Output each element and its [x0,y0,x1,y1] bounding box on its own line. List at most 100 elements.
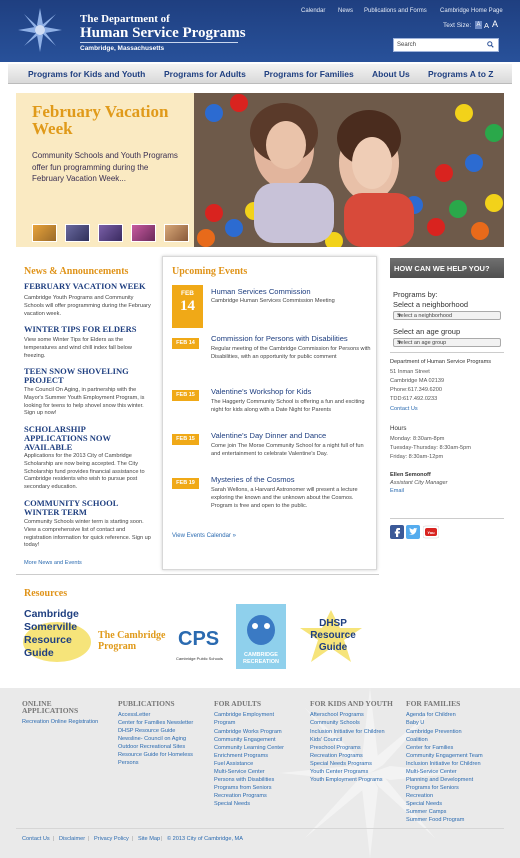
nav-item-families[interactable]: Programs for Families [264,69,354,79]
footer-link[interactable]: Recreation [406,793,433,799]
utility-link-cambridge-home[interactable]: Cambridge Home Page [440,8,503,14]
resource-logo-cambridge-recreation[interactable]: CAMBRIDGE RECREATION [236,604,286,669]
hero-thumbnail[interactable] [164,224,189,242]
footer-link[interactable]: Community Engagement [214,737,276,743]
footer-link[interactable]: Baby U [406,720,424,726]
footer-link[interactable]: Community Learning Center [214,745,284,751]
hero-title[interactable]: February Vacation Week [32,103,192,137]
twitter-icon[interactable] [406,525,420,539]
hero-thumbnail[interactable] [131,224,156,242]
footer-link[interactable]: Newsline- Council on Aging [118,736,186,742]
resource-logo-cambridge-somerville[interactable]: Cambridge Somerville Resource Guide [22,606,92,666]
footer-link[interactable]: Programs for Seniors [406,785,459,791]
footer-link[interactable]: Recreation Programs [214,793,267,799]
facebook-icon[interactable] [390,525,404,539]
footer-link[interactable]: Fuel Assistance [214,761,253,767]
text-size-medium-button[interactable]: A [484,21,489,30]
footer-link[interactable]: Enrichment Programs [214,753,268,759]
news-item-title[interactable]: WINTER TIPS FOR ELDERS [24,325,149,334]
text-size-small-button[interactable]: A [475,21,482,29]
footer-link[interactable]: Summer Food Program [406,817,464,823]
hero-thumbnail[interactable] [32,224,57,242]
footer-link[interactable]: Planning and Development [406,777,473,783]
age-group-select[interactable]: Select an age group ▼ [393,338,501,347]
footer-link[interactable]: Cambridge Works Program [214,729,282,735]
footer-bottom-sitemap-link[interactable]: Site Map [138,836,160,842]
footer-bottom-privacy-link[interactable]: Privacy Policy [94,836,129,842]
more-news-link[interactable]: More News and Events [24,560,82,566]
footer-link[interactable]: Multi-Service Center [406,769,457,775]
footer-link[interactable]: Persons with Disabilities [214,777,274,783]
city-seal-star-icon[interactable] [18,8,62,52]
resource-logo-cambridge-program[interactable]: The Cambridge Program [98,630,170,660]
hero-photo [194,93,504,247]
nav-item-kids-youth[interactable]: Programs for Kids and Youth [28,69,145,79]
resource-logo-cps[interactable]: CPS Cambridge Public Schools [174,628,230,666]
footer-link[interactable]: DHSP Resource Guide [118,728,175,734]
text-size-large-button[interactable]: A [492,19,498,29]
news-item-title[interactable]: TEEN SNOW SHOVELING PROJECT [24,367,149,385]
section-divider [16,574,379,575]
contact-us-link[interactable]: Contact Us [390,405,418,413]
footer-link[interactable]: Cambridge Prevention [406,729,462,735]
footer-link[interactable]: Program [214,720,235,726]
footer-link[interactable]: Multi-Service Center [214,769,265,775]
footer-link[interactable]: Cambridge Employment [214,712,274,718]
footer-link[interactable]: Summer Camps [406,809,446,815]
youtube-icon[interactable]: You [423,525,439,539]
footer-link[interactable]: AccessLetter [118,712,150,718]
news-item-title[interactable]: FEBRUARY VACATION WEEK [24,282,149,291]
footer-link[interactable]: Center for Families Newsletter [118,720,193,726]
utility-link-news[interactable]: News [338,8,353,14]
nav-item-about-us[interactable]: About Us [372,69,410,79]
footer-link[interactable]: Recreation Programs [310,753,363,759]
hero-slideshow[interactable]: February Vacation Week Community Schools… [16,93,504,247]
event-title[interactable]: Valentine's Day Dinner and Dance [211,431,371,440]
search-icon[interactable] [487,41,494,48]
news-item-title[interactable]: SCHOLARSHIP APPLICATIONS NOW AVAILABLE [24,425,149,452]
footer-link[interactable]: Inclusion Initiative for Children [406,761,481,767]
nav-item-adults[interactable]: Programs for Adults [164,69,246,79]
search-input[interactable]: Search [393,38,499,52]
hero-thumbnail[interactable] [65,224,90,242]
utility-link-calendar[interactable]: Calendar [301,8,325,14]
footer-bottom-disclaimer-link[interactable]: Disclaimer [59,836,85,842]
footer-link[interactable]: Community Schools [310,720,360,726]
footer-link[interactable]: Special Needs [214,801,250,807]
footer-link[interactable]: Special Needs Programs [310,761,372,767]
footer-link[interactable]: Special Needs [406,801,442,807]
news-item-title[interactable]: COMMUNITY SCHOOL WINTER TERM [24,499,149,517]
utility-link-publications[interactable]: Publications and Forms [364,8,427,14]
resource-logo-dhsp-guide[interactable]: DHSP Resource Guide [298,610,364,662]
resource-logo-label: Cambridge Somerville Resource Guide [24,608,79,659]
footer-link[interactable]: Resource Guide for Homeless [118,752,193,758]
footer-link[interactable]: Coalition [406,737,428,743]
footer-link[interactable]: Outdoor Recreational Sites [118,744,185,750]
footer-link[interactable]: Recreation Online Registration [22,719,98,725]
footer-link[interactable]: Inclusion Initiative for Children [310,729,385,735]
dept-title-line1[interactable]: The Department of [80,13,170,25]
view-events-calendar-link[interactable]: View Events Calendar » [172,533,236,539]
nav-item-programs-a-z[interactable]: Programs A to Z [428,69,494,79]
footer-link[interactable]: Afterschool Programs [310,712,364,718]
neighborhood-select[interactable]: Select a neighborhood ▼ [393,311,501,320]
hero-thumbnail[interactable] [98,224,123,242]
footer-link[interactable]: Community Engagement Team [406,753,483,759]
dept-title-line2[interactable]: Human Service Programs [80,25,246,42]
event-title[interactable]: Mysteries of the Cosmos [211,475,371,484]
footer-link[interactable]: Center for Families [406,745,453,751]
footer-divider [16,828,504,829]
footer-link[interactable]: Agenda for Children [406,712,456,718]
event-title[interactable]: Valentine's Workshop for Kids [211,387,371,396]
footer-link[interactable]: Programs from Seniors [214,785,272,791]
footer-copyright[interactable]: © 2013 City of Cambridge, MA [167,836,243,842]
footer-link[interactable]: Kids' Council [310,737,342,743]
footer-link[interactable]: Youth Employment Programs [310,777,383,783]
event-title[interactable]: Commission for Persons with Disabilities [211,334,371,343]
footer-link[interactable]: Youth Center Programs [310,769,368,775]
event-title[interactable]: Human Services Commission [211,287,371,296]
footer-link[interactable]: Preschool Programs [310,745,361,751]
email-link[interactable]: Email [390,487,404,495]
footer-bottom-contact-link[interactable]: Contact Us [22,836,50,842]
footer-link[interactable]: Persons [118,760,139,766]
